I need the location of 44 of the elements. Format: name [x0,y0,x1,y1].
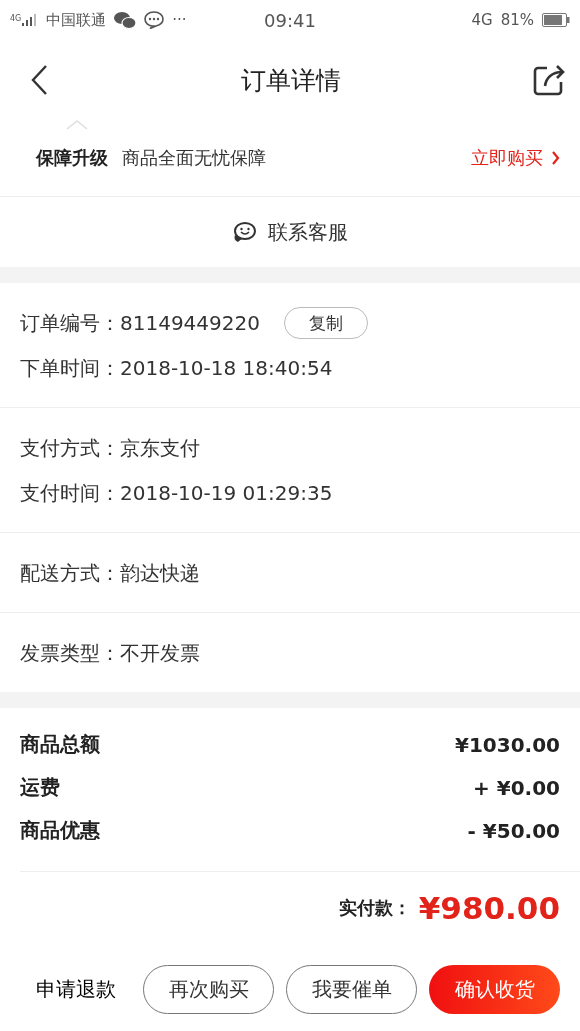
field-value: 2018-10-18 18:40:54 [120,356,333,380]
field-label: 支付方式： [20,434,120,462]
amount-value: ¥1030.00 [455,732,560,757]
total-value: ¥980.00 [418,890,560,926]
field-label: 发票类型： [20,639,120,667]
field-value: 2018-10-19 01:29:35 [120,481,333,505]
amount-label: 商品总额 [20,731,100,758]
smiley-chat-icon [232,221,256,243]
action-button[interactable]: 确认收货 [429,964,560,1014]
field-label: 订单编号： [20,309,120,337]
chevron-icon [551,150,560,166]
share-icon[interactable] [532,63,566,97]
mobile-data-label: 4G [471,11,493,29]
field-label: 下单时间： [20,354,120,382]
action-button[interactable]: 再次购买 [143,964,274,1014]
contact-service-link[interactable]: 联系客服 [232,218,348,246]
field-label: 支付时间： [20,479,120,507]
field-value: 81149449220 [120,311,260,335]
amount-label: 运费 [20,774,60,801]
total-label: 实付款： [338,896,411,920]
caret-icon [66,120,88,130]
signal-icon [22,14,39,26]
network-label: 4G [10,14,22,23]
guarantee-title: 保障升级 [36,146,108,170]
amount-label: 商品优惠 [20,817,100,844]
copy-button[interactable]: 复制 [284,307,368,339]
action-button[interactable]: 我要催单 [286,964,417,1014]
battery-percent: 81% [500,11,534,29]
guarantee-text: 商品全面无忧保障 [122,146,267,170]
page-title: 订单详情 [241,64,341,97]
field-value: 京东支付 [120,434,200,462]
amount-value: + ¥0.00 [473,775,560,800]
carrier-name: 中国联通 [46,10,107,30]
message-icon [144,11,165,29]
field-value: 不开发票 [120,639,200,667]
field-label: 配送方式： [20,559,120,587]
battery-icon [542,13,570,27]
back-icon[interactable] [30,64,50,96]
buy-now-link[interactable]: 立即购买 [471,146,560,170]
field-value: 韵达快递 [120,559,200,587]
clock-time: 09:41 [264,9,316,31]
more-indicator: ··· [172,11,187,29]
chat-bubbles-icon [114,11,137,29]
amount-value: - ¥50.00 [467,818,560,843]
